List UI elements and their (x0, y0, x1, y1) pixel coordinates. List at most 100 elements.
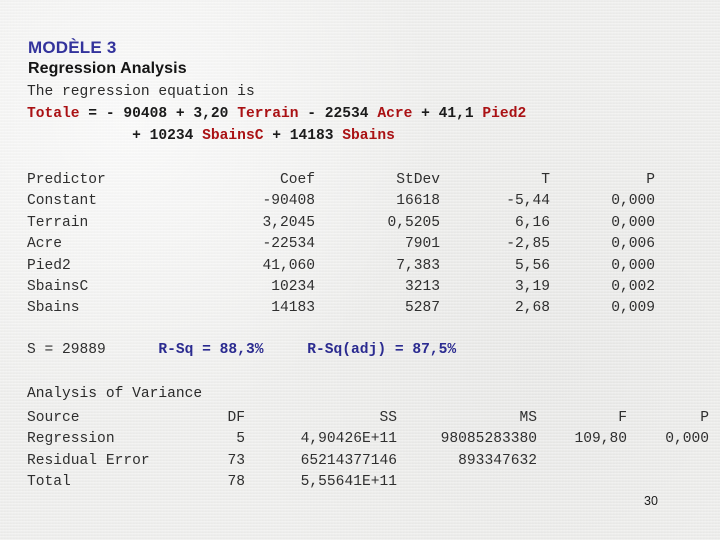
header-f: F (618, 410, 627, 426)
header-p: P (700, 410, 709, 426)
table-row: Pied2 41,060 7,383 5,56 0,000 (27, 256, 655, 277)
cell-coef: 10234 (271, 279, 315, 296)
cell-f (537, 472, 627, 493)
cell-p: 0,000 (611, 193, 655, 210)
cell-coef: 3,2045 (262, 214, 315, 231)
header-df: DF (227, 410, 245, 426)
equation-segment-2: + 14183 (263, 128, 343, 144)
cell-df: 78 (227, 474, 245, 491)
cell-predictor: Sbains (27, 300, 80, 317)
equation-segment-1: SbainsC (202, 128, 264, 144)
cell-coef: -90408 (262, 193, 315, 210)
cell-source: Residual Error (27, 452, 150, 469)
equation-segment-0: + 10234 (27, 128, 203, 144)
cell-source: Total (27, 474, 71, 491)
cell-t: 3,19 (514, 279, 550, 296)
table-row: Terrain 3,2045 0,5205 6,16 0,000 (27, 213, 655, 234)
cell-t: 2,68 (514, 300, 550, 317)
cell-f (537, 451, 627, 472)
cell-predictor: Terrain (27, 214, 89, 231)
equation-segment-0: Totale (27, 106, 80, 122)
equation-segment-6: Pied2 (482, 106, 527, 122)
spacer-1 (106, 342, 159, 358)
cell-ms (397, 472, 537, 493)
cell-stdev: 7901 (404, 236, 440, 253)
equation-segment-3: Sbains (342, 128, 395, 144)
s-value: S = 29889 (27, 342, 106, 358)
page-title: MODÈLE 3 (28, 38, 117, 57)
header-source: Source (27, 410, 80, 426)
header-stdev: StDev (396, 172, 440, 188)
table-header-row: Source DF SS MS F P (27, 408, 709, 429)
cell-t: 6,16 (514, 214, 550, 231)
section-title: Regression Analysis (28, 60, 187, 77)
equation-segment-1: = - 90408 + 3,20 (79, 106, 238, 122)
cell-coef: -22534 (262, 236, 315, 253)
cell-f: 109,80 (574, 431, 627, 448)
cell-coef: 14183 (271, 300, 315, 317)
cell-stdev: 5287 (404, 300, 440, 317)
equation-intro: The regression equation is (27, 84, 255, 100)
cell-df: 5 (236, 431, 245, 448)
header-ss: SS (379, 410, 397, 426)
table-row: Regression 5 4,90426E+11 98085283380 109… (27, 429, 709, 450)
cell-ms: 893347632 (458, 452, 537, 469)
header-t: T (541, 172, 550, 188)
anova-table-header: Source DF SS MS F P (27, 408, 709, 429)
header-coef: Coef (279, 172, 315, 188)
cell-p: 0,009 (611, 300, 655, 317)
predictor-table-body: Constant -90408 16618 -5,44 0,000 Terrai… (27, 191, 655, 319)
cell-t: 5,56 (514, 257, 550, 274)
cell-predictor: SbainsC (27, 279, 89, 296)
cell-df: 73 (227, 452, 245, 469)
r-sq-adj-value: R-Sq(adj) = 87,5% (307, 342, 457, 358)
spacer-2 (263, 342, 307, 358)
header-p: P (646, 172, 655, 188)
table-row: Residual Error 73 65214377146 893347632 (27, 451, 709, 472)
page-number: 30 (644, 494, 658, 508)
cell-t: -5,44 (506, 193, 550, 210)
r-sq-value: R-Sq = 88,3% (158, 342, 264, 358)
cell-predictor: Constant (27, 193, 98, 210)
cell-stdev: 3213 (404, 279, 440, 296)
cell-ms: 98085283380 (440, 431, 537, 448)
slide-canvas: MODÈLE 3 Regression Analysis The regress… (0, 0, 720, 540)
cell-predictor: Pied2 (27, 257, 71, 274)
cell-p: 0,000 (665, 431, 709, 448)
cell-coef: 41,060 (262, 257, 315, 274)
header-ms: MS (519, 410, 537, 426)
cell-stdev: 0,5205 (387, 214, 440, 231)
cell-p: 0,002 (611, 279, 655, 296)
cell-stdev: 7,383 (396, 257, 440, 274)
anova-title: Analysis of Variance (27, 386, 203, 402)
anova-table-body: Regression 5 4,90426E+11 98085283380 109… (27, 429, 709, 493)
equation-segment-3: - 22534 (298, 106, 378, 122)
anova-table: Source DF SS MS F P Regression 5 4,90426… (27, 408, 709, 494)
cell-t: -2,85 (506, 236, 550, 253)
equation-segment-4: Acre (377, 106, 413, 122)
predictor-table: Predictor Coef StDev T P Constant -90408… (27, 170, 655, 320)
regression-equation-line-1: Totale = - 90408 + 3,20 Terrain - 22534 … (27, 106, 526, 122)
equation-segment-2: Terrain (237, 106, 299, 122)
predictor-table-header: Predictor Coef StDev T P (27, 170, 655, 191)
cell-p: 0,000 (611, 214, 655, 231)
cell-stdev: 16618 (396, 193, 440, 210)
model-fit-line: S = 29889 R-Sq = 88,3% R-Sq(adj) = 87,5% (27, 342, 456, 358)
equation-segment-5: + 41,1 (412, 106, 483, 122)
table-row: Acre -22534 7901 -2,85 0,006 (27, 234, 655, 255)
regression-equation-line-2: + 10234 SbainsC + 14183 Sbains (27, 128, 395, 144)
cell-p (627, 451, 709, 472)
cell-p: 0,006 (611, 236, 655, 253)
table-row: Sbains 14183 5287 2,68 0,009 (27, 298, 655, 319)
cell-p (627, 472, 709, 493)
cell-ss: 5,55641E+11 (300, 474, 397, 491)
table-row: Constant -90408 16618 -5,44 0,000 (27, 191, 655, 212)
header-predictor: Predictor (27, 172, 106, 188)
cell-ss: 65214377146 (300, 452, 397, 469)
table-row: Total 78 5,55641E+11 (27, 472, 709, 493)
table-header-row: Predictor Coef StDev T P (27, 170, 655, 191)
cell-predictor: Acre (27, 236, 63, 253)
cell-source: Regression (27, 431, 115, 448)
table-row: SbainsC 10234 3213 3,19 0,002 (27, 277, 655, 298)
cell-p: 0,000 (611, 257, 655, 274)
